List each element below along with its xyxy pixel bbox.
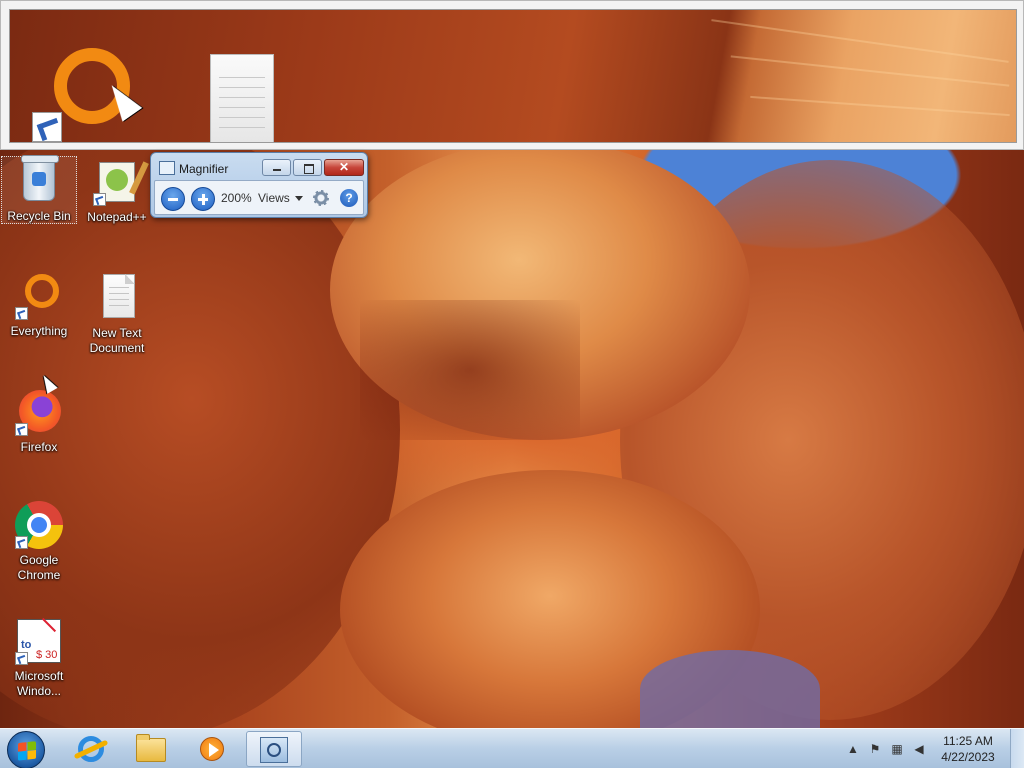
magnifier-toolbar: 200% Views ?: [154, 180, 364, 215]
taskbar: ▲ ⚑ ▦ ◀ 11:25 AM 4/22/2023: [0, 728, 1024, 768]
taskbar-media-player[interactable]: [184, 731, 240, 767]
clock-time: 11:25 AM: [943, 734, 993, 748]
internet-explorer-icon: [78, 736, 104, 762]
desktop-icon-notepad-plus-plus[interactable]: Notepad++: [79, 158, 155, 225]
desktop-icon-label: Microsoft Windo...: [14, 669, 64, 698]
gear-icon[interactable]: [313, 190, 329, 206]
recycle-bin-icon: [15, 155, 63, 205]
desktop-icon-google-chrome[interactable]: Google Chrome: [1, 501, 77, 583]
magnifier-lens-view: [0, 0, 1024, 150]
desktop-icon-label: Everything: [10, 324, 68, 338]
notepad-plus-plus-icon: [93, 158, 141, 206]
system-tray: ▲ ⚑ ▦ ◀ 11:25 AM 4/22/2023: [846, 729, 1010, 768]
action-center-flag-icon[interactable]: ⚑: [868, 742, 882, 756]
chevron-down-icon[interactable]: [295, 196, 303, 201]
start-button[interactable]: [7, 731, 45, 768]
magnifier-icon: [260, 737, 288, 763]
taskbar-magnifier[interactable]: [246, 731, 302, 767]
desktop-icon-label: New Text Document: [89, 326, 145, 355]
microsoft-translator-icon: to $ 30: [15, 617, 63, 665]
taskbar-windows-explorer[interactable]: [123, 731, 179, 767]
desktop-icon-label: Firefox: [20, 440, 58, 454]
zoom-in-button[interactable]: [191, 187, 215, 211]
taskbar-internet-explorer[interactable]: [62, 731, 118, 767]
network-icon[interactable]: ▦: [890, 742, 904, 756]
desktop-icon-recycle-bin[interactable]: Recycle Bin: [1, 155, 77, 224]
desktop-icon-microsoft-translator[interactable]: to $ 30 Microsoft Windo...: [1, 617, 77, 699]
windows-media-player-icon: [200, 737, 224, 761]
windows-explorer-icon: [136, 734, 166, 762]
close-button[interactable]: [324, 159, 364, 176]
desktop-icon-label: Recycle Bin: [7, 209, 71, 223]
show-desktop-button[interactable]: [1010, 729, 1024, 768]
desktop-icon-new-text-document[interactable]: New Text Document: [79, 274, 155, 356]
desktop-icon-label: Google Chrome: [17, 553, 61, 582]
maximize-button[interactable]: [293, 159, 322, 176]
desktop-icon-label: Notepad++: [87, 210, 147, 224]
minimize-button[interactable]: [262, 159, 291, 176]
help-button[interactable]: ?: [340, 189, 358, 207]
text-document-icon: [93, 274, 141, 322]
desktop-icon-everything[interactable]: Everything: [1, 272, 77, 339]
zoom-out-button[interactable]: [161, 187, 185, 211]
windows-logo-icon: [18, 741, 36, 761]
magnifier-title: Magnifier: [179, 162, 229, 176]
chrome-icon: [15, 501, 63, 549]
magnified-text-document-icon: [210, 54, 274, 142]
volume-muted-icon[interactable]: ◀: [912, 742, 926, 756]
clock-date: 4/22/2023: [941, 750, 995, 764]
zoom-level: 200%: [221, 191, 252, 205]
magnified-shortcut-arrow-icon: [32, 112, 62, 142]
chevron-up-icon[interactable]: ▲: [846, 742, 860, 756]
desktop-icon-firefox[interactable]: Firefox: [1, 388, 77, 455]
firefox-icon: [15, 388, 63, 436]
views-dropdown[interactable]: Views: [258, 191, 290, 205]
magnifier-title-icon: [159, 161, 175, 175]
everything-icon: [15, 272, 63, 320]
clock[interactable]: 11:25 AM 4/22/2023: [938, 733, 998, 765]
magnifier-window[interactable]: Magnifier 200% Views ?: [150, 152, 368, 218]
